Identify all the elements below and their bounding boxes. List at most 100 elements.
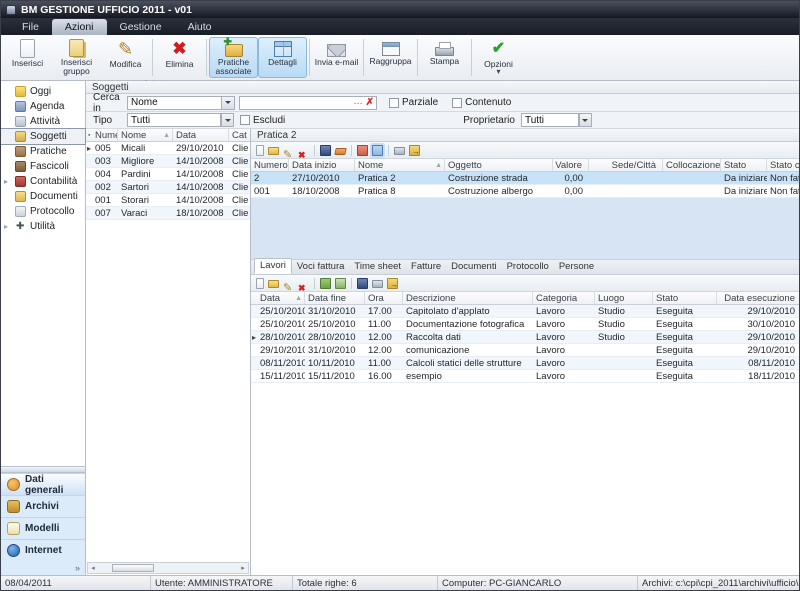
sidebar-item-documenti[interactable]: Documenti xyxy=(1,189,85,204)
chevron-down-icon[interactable] xyxy=(221,97,234,109)
parziale-checkbox[interactable]: Parziale xyxy=(389,97,438,108)
column-header[interactable]: Data xyxy=(173,129,229,141)
scroll-left-icon[interactable]: ◂ xyxy=(88,564,98,572)
inserisci-gruppo-button[interactable]: Inserisci gruppo xyxy=(52,37,101,78)
column-header[interactable]: Cat xyxy=(229,129,250,141)
link-icon[interactable] xyxy=(320,278,331,289)
column-header[interactable]: Data▲ xyxy=(251,292,305,304)
proprietario-combo[interactable]: Tutti xyxy=(521,113,579,127)
table-row[interactable]: 08/11/201010/11/201011.00Calcoli statici… xyxy=(251,357,799,370)
view-columns-icon[interactable] xyxy=(372,145,383,156)
nav-internet[interactable]: Internet xyxy=(1,539,85,561)
table-row[interactable]: 227/10/2010Pratica 2Costruzione strada0,… xyxy=(251,172,799,185)
export-icon[interactable] xyxy=(387,278,398,289)
sidebar-item-utilita[interactable]: ▸Utilità xyxy=(1,219,85,234)
tab-time-sheet[interactable]: Time sheet xyxy=(349,260,406,274)
table-row[interactable]: 25/10/201031/10/201017.00Capitolato d'ap… xyxy=(251,305,799,318)
tab-documenti[interactable]: Documenti xyxy=(446,260,501,274)
table-row[interactable]: 25/10/201025/10/201011.00Documentazione … xyxy=(251,318,799,331)
tab-file[interactable]: File xyxy=(9,19,52,35)
delete-icon[interactable] xyxy=(298,145,309,156)
column-header[interactable]: Data inizio xyxy=(289,159,355,171)
sidebar-item-contabilita[interactable]: ▸Contabilità xyxy=(1,174,85,189)
scroll-right-icon[interactable]: ▸ xyxy=(238,564,248,572)
table-row[interactable]: 00118/10/2008Pratica 8Costruzione alberg… xyxy=(251,185,799,198)
edit-icon[interactable] xyxy=(283,278,294,289)
print-icon[interactable] xyxy=(372,280,383,288)
elimina-button[interactable]: Elimina xyxy=(155,37,204,78)
modifica-button[interactable]: Modifica xyxy=(101,37,150,78)
expand-arrow-icon[interactable]: ▸ xyxy=(4,222,8,231)
opzioni-button[interactable]: Opzioni xyxy=(474,37,523,78)
sidebar-item-protocollo[interactable]: Protocollo xyxy=(1,204,85,219)
tab-persone[interactable]: Persone xyxy=(554,260,599,274)
nav-archivi[interactable]: Archivi xyxy=(1,495,85,517)
column-header[interactable]: Data fine xyxy=(305,292,365,304)
column-header[interactable]: Nome▲ xyxy=(118,129,173,141)
checkbox-icon[interactable] xyxy=(389,98,399,108)
column-header[interactable]: Stato xyxy=(653,292,717,304)
table-row[interactable]: 007Varaci18/10/2008Clie xyxy=(86,207,250,220)
contenuto-checkbox[interactable]: Contenuto xyxy=(452,97,511,108)
table-row[interactable]: 29/10/201031/10/201012.00comunicazioneLa… xyxy=(251,344,799,357)
tab-aiuto[interactable]: Aiuto xyxy=(175,19,225,35)
column-header[interactable]: Luogo xyxy=(595,292,653,304)
dettagli-button[interactable]: Dettagli xyxy=(258,37,307,78)
save-icon[interactable] xyxy=(320,145,331,156)
column-header[interactable]: Ora xyxy=(365,292,403,304)
raggruppa-button[interactable]: Raggruppa xyxy=(366,37,415,78)
edit-icon[interactable] xyxy=(283,145,294,156)
horizontal-scrollbar[interactable]: ◂ ▸ xyxy=(87,562,249,574)
escludi-checkbox[interactable]: Escludi xyxy=(240,115,285,126)
nav-modelli[interactable]: Modelli xyxy=(1,517,85,539)
column-header[interactable]: Valore xyxy=(553,159,589,171)
tab-azioni[interactable]: Azioni xyxy=(52,19,107,35)
new-icon[interactable] xyxy=(256,145,264,156)
clear-icon[interactable] xyxy=(334,148,346,155)
cerca-in-combo[interactable]: Nome xyxy=(127,96,235,110)
more-options-icon[interactable]: ··· xyxy=(354,98,363,108)
tab-gestione[interactable]: Gestione xyxy=(107,19,175,35)
column-header[interactable]: Sede/Città xyxy=(589,159,663,171)
tipo-combo[interactable]: Tutti xyxy=(127,113,221,127)
column-header[interactable]: Oggetto xyxy=(445,159,553,171)
inserisci-button[interactable]: Inserisci xyxy=(3,37,52,78)
column-header[interactable]: Descrizione xyxy=(403,292,533,304)
view-cards-icon[interactable] xyxy=(357,145,368,156)
delete-icon[interactable] xyxy=(298,278,309,289)
column-header[interactable]: Stato xyxy=(721,159,767,171)
column-header[interactable]: Collocazione xyxy=(663,159,721,171)
sidebar-splitter[interactable] xyxy=(1,466,85,473)
sidebar-item-soggetti[interactable]: Soggetti xyxy=(1,129,85,144)
expand-arrow-icon[interactable]: ▸ xyxy=(4,177,8,186)
sidebar-item-oggi[interactable]: Oggi xyxy=(1,84,85,99)
sidebar-item-attivita[interactable]: Attività xyxy=(1,114,85,129)
stampa-button[interactable]: Stampa xyxy=(420,37,469,78)
tab-voci-fattura[interactable]: Voci fattura xyxy=(292,260,350,274)
column-header[interactable]: Numero xyxy=(86,129,118,141)
open-folder-icon[interactable] xyxy=(268,147,279,155)
chevron-down-icon[interactable] xyxy=(579,113,592,127)
checkbox-icon[interactable] xyxy=(452,98,462,108)
column-header[interactable]: Data esecuzione xyxy=(717,292,799,304)
column-header[interactable]: Nome▲ xyxy=(355,159,445,171)
overflow-chevron-icon[interactable]: » xyxy=(75,563,80,573)
unlink-icon[interactable] xyxy=(335,278,346,289)
table-row[interactable]: 002Sartori14/10/2008Clie xyxy=(86,181,250,194)
search-input[interactable]: ··· ✗ xyxy=(239,96,377,110)
column-header[interactable]: Stato conta xyxy=(767,159,799,171)
invia-email-button[interactable]: Invia e-mail xyxy=(312,37,361,78)
clear-search-icon[interactable]: ✗ xyxy=(366,98,374,108)
scrollbar-thumb[interactable] xyxy=(112,564,154,572)
table-row[interactable]: 28/10/201028/10/201012.00Raccolta datiLa… xyxy=(251,331,799,344)
chevron-down-icon[interactable] xyxy=(221,113,234,127)
print-icon[interactable] xyxy=(394,147,405,155)
new-icon[interactable] xyxy=(256,278,264,289)
sidebar-item-pratiche[interactable]: Pratiche xyxy=(1,144,85,159)
table-row[interactable]: 15/11/201015/11/201016.00esempioLavoroEs… xyxy=(251,370,799,383)
table-row[interactable]: 004Pardini14/10/2008Clie xyxy=(86,168,250,181)
sidebar-item-agenda[interactable]: Agenda xyxy=(1,99,85,114)
save-icon[interactable] xyxy=(357,278,368,289)
sidebar-item-fascicoli[interactable]: Fascicoli xyxy=(1,159,85,174)
table-row[interactable]: 005Micali29/10/2010Clie xyxy=(86,142,250,155)
